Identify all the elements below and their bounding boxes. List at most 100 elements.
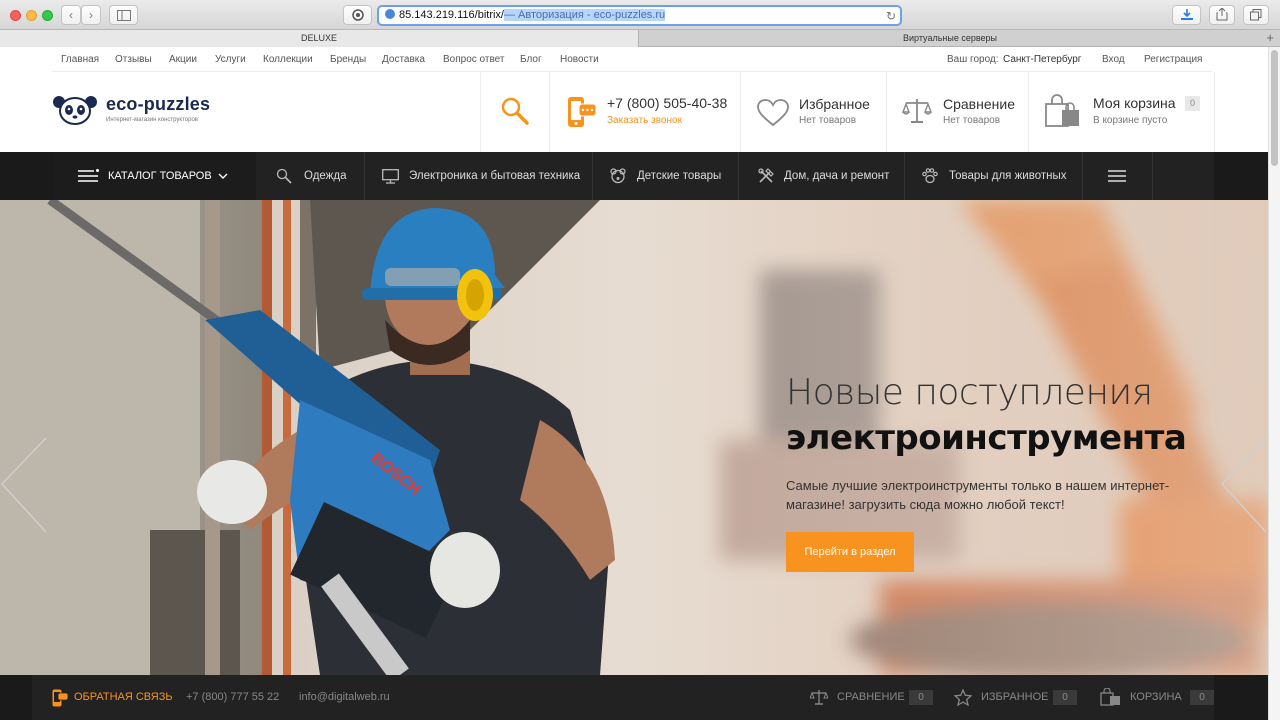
close-window-button[interactable] xyxy=(10,10,21,21)
compare-block[interactable]: Сравнение Нет товаров xyxy=(887,72,1028,152)
chevron-left-icon: ‹ xyxy=(69,8,73,22)
compare-title: Сравнение xyxy=(943,96,1015,112)
topnav-link-news[interactable]: Новости xyxy=(560,54,599,65)
nav-item-clothing[interactable]: Одежда xyxy=(276,152,364,200)
footer-email[interactable]: info@digitalweb.ru xyxy=(299,675,390,720)
slider-next-button[interactable] xyxy=(1220,436,1267,536)
web-page: Главная Отзывы Акции Услуги Коллекции Бр… xyxy=(0,47,1268,720)
back-button[interactable]: ‹ xyxy=(61,5,81,25)
search-button[interactable] xyxy=(481,72,549,152)
compare-status: Нет товаров xyxy=(943,115,1001,126)
favorites-block[interactable]: Избранное Нет товаров xyxy=(741,72,886,152)
callback-link[interactable]: Заказать звонок xyxy=(607,115,682,126)
footer-favorites-button[interactable]: ИЗБРАННОЕ xyxy=(954,675,1104,720)
tab-bar: DELUXE Виртуальные серверы + xyxy=(0,30,1280,47)
browser-toolbar: ‹ › 85.143.219.116/bitrix/— Авторизация … xyxy=(0,0,1280,30)
hero-slider: BOSCH Новые поступления электроинструмен… xyxy=(0,200,1268,675)
footer-cart-label: КОРЗИНА xyxy=(1130,691,1182,703)
topnav-link-promos[interactable]: Акции xyxy=(169,54,197,65)
clothing-search-icon xyxy=(276,168,292,184)
nav-item-pets[interactable]: Товары для животных xyxy=(922,152,1082,200)
city-label: Ваш город: xyxy=(947,54,999,65)
cart-title: Моя корзина xyxy=(1093,95,1176,111)
nav-item-kids-label: Детские товары xyxy=(637,170,722,182)
phone-chat-icon xyxy=(568,97,597,127)
panda-logo-icon xyxy=(53,96,97,125)
nav-item-home-garden-label: Дом, дача и ремонт xyxy=(784,170,890,182)
topnav-link-reviews[interactable]: Отзывы xyxy=(115,54,152,65)
page-title-in-address: — Авторизация - eco-puzzles.ru xyxy=(503,9,666,21)
login-link[interactable]: Вход xyxy=(1102,54,1125,65)
site-header: eco-puzzles Интернет-магазин конструктор… xyxy=(0,72,1268,152)
teddy-bear-icon xyxy=(610,168,626,184)
nav-item-kids[interactable]: Детские товары xyxy=(610,152,740,200)
go-to-section-button[interactable]: Перейти в раздел xyxy=(786,532,914,572)
minimize-window-button[interactable] xyxy=(26,10,37,21)
tools-icon xyxy=(758,168,774,183)
header-phone[interactable]: +7 (800) 505-40-38 xyxy=(607,95,727,111)
tab-virtual-servers[interactable]: Виртуальные серверы xyxy=(640,30,1260,47)
category-navigation: КАТАЛОГ ТОВАРОВ Одежда Электроника и быт… xyxy=(0,152,1268,200)
feedback-label: ОБРАТНАЯ СВЯЗЬ xyxy=(74,691,173,703)
city-selector[interactable]: Санкт-Петербург xyxy=(1003,54,1081,65)
nav-divider xyxy=(1152,152,1153,200)
tabs-overview-button[interactable] xyxy=(1243,5,1269,25)
register-link[interactable]: Регистрация xyxy=(1144,54,1202,65)
topnav-link-brands[interactable]: Бренды xyxy=(330,54,366,65)
cart-block[interactable]: Моя корзина 0 В корзине пусто xyxy=(1029,72,1214,152)
chevron-down-icon xyxy=(218,173,228,179)
category-navigation-inner: КАТАЛОГ ТОВАРОВ Одежда Электроника и быт… xyxy=(54,152,1214,200)
reload-icon[interactable]: ↻ xyxy=(886,8,896,24)
privacy-button[interactable] xyxy=(343,5,372,25)
heart-icon xyxy=(757,99,789,127)
chevron-left-icon xyxy=(0,437,47,533)
sidebar-toggle-button[interactable] xyxy=(109,5,138,25)
topnav-link-blog[interactable]: Блог xyxy=(520,54,542,65)
hamburger-menu-icon xyxy=(78,169,99,182)
forward-button[interactable]: › xyxy=(81,5,101,25)
address-url: 85.143.219.116/bitrix/ xyxy=(399,9,504,21)
slider-prev-button[interactable] xyxy=(0,436,47,536)
footer-favorites-count: 0 xyxy=(1053,690,1077,705)
share-button[interactable] xyxy=(1209,5,1235,25)
hero-title-line2: электроинструмента xyxy=(786,418,1187,458)
topnav-link-collections[interactable]: Коллекции xyxy=(263,54,313,65)
downloads-button[interactable] xyxy=(1172,5,1201,25)
more-menu-button[interactable] xyxy=(1082,152,1152,200)
footer-phone[interactable]: +7 (800) 777 55 22 xyxy=(186,675,279,720)
paw-icon xyxy=(922,168,938,184)
phone-chat-icon xyxy=(52,689,68,707)
catalog-menu-button[interactable]: КАТАЛОГ ТОВАРОВ xyxy=(54,152,256,200)
topnav-link-delivery[interactable]: Доставка xyxy=(382,54,425,65)
chevron-right-icon xyxy=(1220,437,1267,533)
tab-deluxe[interactable]: DELUXE xyxy=(0,30,639,47)
new-tab-button[interactable]: + xyxy=(1266,30,1274,46)
zoom-window-button[interactable] xyxy=(42,10,53,21)
site-logo[interactable]: eco-puzzles Интернет-магазин конструктор… xyxy=(52,94,232,134)
footer-cart-count: 0 xyxy=(1190,690,1214,705)
hero-title-line1: Новые поступления xyxy=(786,372,1153,413)
logo-tagline: Интернет-магазин конструкторов xyxy=(106,117,198,123)
nav-item-home-garden[interactable]: Дом, дача и ремонт xyxy=(758,152,903,200)
nav-item-electronics[interactable]: Электроника и бытовая техника xyxy=(382,152,592,200)
bottom-panel: ОБРАТНАЯ СВЯЗЬ +7 (800) 777 55 22 info@d… xyxy=(0,675,1268,720)
footer-compare-label: СРАВНЕНИЕ xyxy=(837,691,905,703)
search-icon xyxy=(501,97,529,125)
favorites-status: Нет товаров xyxy=(799,115,857,126)
nav-divider xyxy=(738,152,739,200)
nav-item-clothing-label: Одежда xyxy=(304,170,347,182)
footer-compare-count: 0 xyxy=(909,690,933,705)
top-navigation: Главная Отзывы Акции Услуги Коллекции Бр… xyxy=(52,47,1212,72)
topnav-link-faq[interactable]: Вопрос ответ xyxy=(443,54,504,65)
scrollbar-thumb[interactable] xyxy=(1271,50,1278,166)
page-scrollbar[interactable] xyxy=(1268,47,1280,720)
shield-icon xyxy=(351,9,364,21)
nav-item-pets-label: Товары для животных xyxy=(949,170,1067,182)
nav-divider xyxy=(364,152,365,200)
star-icon xyxy=(954,689,972,706)
topnav-link-home[interactable]: Главная xyxy=(61,54,99,65)
topnav-link-services[interactable]: Услуги xyxy=(215,54,246,65)
logo-name: eco-puzzles xyxy=(106,94,211,114)
address-bar[interactable]: 85.143.219.116/bitrix/— Авторизация - ec… xyxy=(377,5,902,26)
catalog-label: КАТАЛОГ ТОВАРОВ xyxy=(108,170,212,182)
